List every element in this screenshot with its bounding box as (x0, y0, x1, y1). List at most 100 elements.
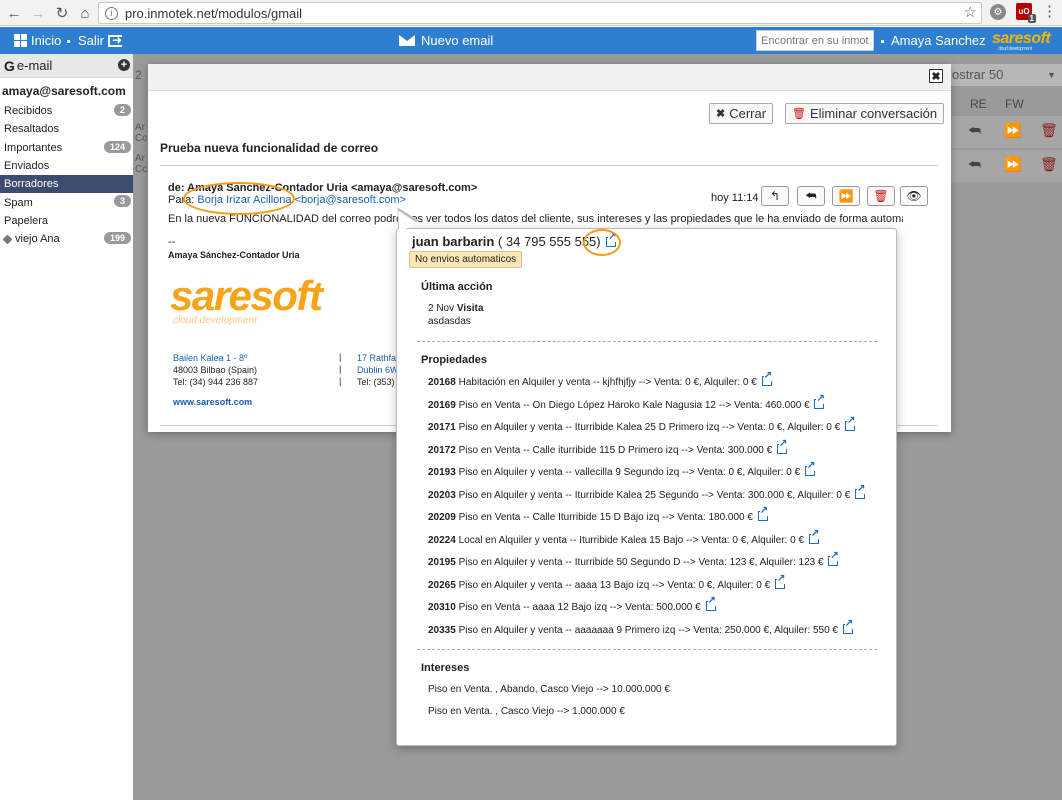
browser-toolbar: ← → ↻ ⌂ i pro.inmotek.net/modulos/gmail … (0, 0, 1062, 26)
account-email[interactable]: amaya@saresoft.com (0, 78, 133, 102)
home-icon[interactable]: ⌂ (73, 1, 97, 25)
saresoft-logo: saresoft cloud development (992, 30, 1051, 52)
sidebar-item-papelera[interactable]: Papelera (0, 212, 133, 230)
property-id[interactable]: 20335 (428, 625, 456, 636)
inicio-link[interactable]: Inicio (14, 33, 61, 48)
folder-label: Borradores (4, 178, 59, 191)
last-action-title: Última acción (421, 281, 493, 293)
delete-conversation-button[interactable]: 🗑 Eliminar conversación (785, 103, 945, 124)
property-text: Piso en Alquiler y venta -- Iturribide 5… (458, 557, 824, 568)
view-button[interactable]: 👁 (900, 186, 928, 206)
folder-label: viejo Ana (15, 233, 60, 246)
address-line[interactable]: Bailen Kalea 1 - 8º (173, 352, 258, 364)
email-time: hoy 11:14 (711, 192, 759, 204)
external-link-icon[interactable] (844, 416, 856, 431)
property-id[interactable]: 20171 (428, 422, 456, 433)
no-auto-send-tag: No envios automaticos (409, 251, 523, 268)
folder-label: Importantes (4, 141, 63, 154)
external-link-icon[interactable] (808, 528, 820, 544)
property-item: 20171 Piso en Alquiler y venta -- Iturri… (428, 416, 856, 433)
separator (881, 40, 884, 43)
property-id[interactable]: 20265 (428, 580, 456, 591)
divider (417, 341, 877, 342)
recipient-email-link[interactable]: <borja@saresoft.com> (295, 194, 406, 206)
property-id[interactable]: 20209 (428, 512, 456, 523)
extension-icon[interactable]: ⚙ (990, 4, 1006, 20)
sidebar-item-viejo-ana[interactable]: viejo Ana 199 (0, 230, 133, 248)
property-text: Piso en Alquiler y venta -- aaaa 13 Bajo… (458, 579, 771, 591)
forward-button[interactable]: ⏩ (832, 186, 860, 206)
trash-icon[interactable]: 🗑 (1040, 122, 1058, 139)
reply-all-icon[interactable]: ⮪ (968, 122, 981, 139)
interest-item: Piso en Venta. , Casco Viejo --> 1.000.0… (428, 706, 625, 717)
website-link[interactable]: www.saresoft.com (173, 397, 252, 407)
contact-name-text: juan barbarin (412, 234, 495, 249)
sidebar-item-importantes[interactable]: Importantes 124 (0, 139, 133, 157)
sidebar-item-spam[interactable]: Spam 3 (0, 193, 133, 211)
info-icon[interactable]: i (105, 6, 118, 20)
property-id[interactable]: 20195 (428, 557, 456, 568)
tag-icon (2, 234, 13, 245)
page-size-select[interactable]: ostrar 50 ▼ (950, 67, 1062, 87)
sidebar-item-borradores[interactable]: Borradores (0, 175, 133, 194)
star-icon[interactable]: ☆ (964, 3, 977, 21)
address-bar[interactable]: i pro.inmotek.net/modulos/gmail ☆ (98, 2, 982, 24)
external-link-icon[interactable] (804, 461, 816, 476)
reply-all-button[interactable]: ⮪ (797, 186, 825, 206)
delete-button[interactable]: 🗑 (867, 186, 895, 206)
sidebar-item-resaltados[interactable]: Resaltados (0, 120, 133, 138)
extension-badge-icon[interactable]: uO 1 (1016, 3, 1036, 23)
reply-all-icon[interactable]: ⮪ (968, 156, 981, 173)
property-id[interactable]: 20310 (428, 602, 456, 613)
url-text: pro.inmotek.net/modulos/gmail (125, 5, 303, 21)
property-id[interactable]: 20203 (428, 490, 456, 501)
forward-icon[interactable]: ⏩ (1004, 122, 1021, 139)
property-id[interactable]: 20224 (428, 535, 456, 546)
trash-icon: 🗑 (792, 108, 806, 120)
sidebar: G e-mail + amaya@saresoft.com Recibidos 2… (0, 54, 133, 800)
add-account-icon[interactable]: + (118, 59, 130, 71)
salir-link[interactable]: Salir (78, 33, 122, 49)
last-action-type: Visita (456, 303, 484, 314)
property-id[interactable]: 20169 (428, 400, 456, 411)
external-link-icon[interactable] (855, 483, 866, 499)
property-item: 20310 Piso en Venta -- aaaa 12 Bajo izq … (428, 596, 716, 613)
count-badge: 3 (113, 195, 131, 208)
property-id[interactable]: 20172 (428, 445, 456, 456)
external-link-icon[interactable] (774, 573, 786, 589)
property-id[interactable]: 20168 (428, 377, 456, 388)
external-link-icon[interactable] (776, 438, 788, 454)
property-id[interactable]: 20193 (428, 467, 456, 478)
forward-arrow-icon[interactable]: → (26, 1, 50, 25)
user-name[interactable]: Amaya Sanchez (891, 33, 986, 48)
property-item: 20335 Piso en Alquiler y venta -- aaaaaa… (428, 618, 854, 636)
external-link-icon[interactable] (814, 393, 825, 409)
sidebar-item-enviados[interactable]: Enviados (0, 157, 133, 175)
email-body: En la nueva FUNCIONALIDAD del correo pod… (168, 213, 903, 225)
external-link-icon[interactable] (842, 618, 854, 634)
trash-icon[interactable]: 🗑 (1040, 156, 1058, 173)
external-link-icon[interactable] (757, 506, 769, 521)
salir-label: Salir (78, 33, 105, 48)
sidebar-item-recibidos[interactable]: Recibidos 2 (0, 102, 133, 120)
back-arrow-icon[interactable]: ← (2, 1, 26, 25)
external-link-icon[interactable] (705, 596, 716, 611)
forward-icon[interactable]: ⏩ (1004, 156, 1021, 173)
properties-title: Propiedades (421, 354, 488, 366)
last-action-date: 2 Nov (428, 303, 455, 314)
folder-label: Resaltados (4, 123, 60, 136)
reply-button[interactable]: ↰ (761, 186, 789, 206)
new-email-button[interactable]: Nuevo email (399, 33, 493, 48)
count-badge: 2 (113, 104, 131, 116)
external-link-icon[interactable] (761, 371, 772, 386)
close-icon[interactable]: ✖ (929, 69, 943, 83)
close-button[interactable]: ✖ Cerrar (709, 103, 774, 124)
folder-label: Spam (4, 196, 33, 209)
fw-header: FW (1005, 97, 1024, 111)
browser-menu-icon[interactable]: ⋮ (1042, 3, 1057, 21)
reload-icon[interactable]: ↻ (50, 1, 74, 25)
bg-fragment: Ar (135, 153, 145, 164)
address-separator: | (339, 364, 342, 374)
search-input[interactable] (756, 30, 874, 51)
external-link-icon[interactable] (828, 551, 839, 566)
